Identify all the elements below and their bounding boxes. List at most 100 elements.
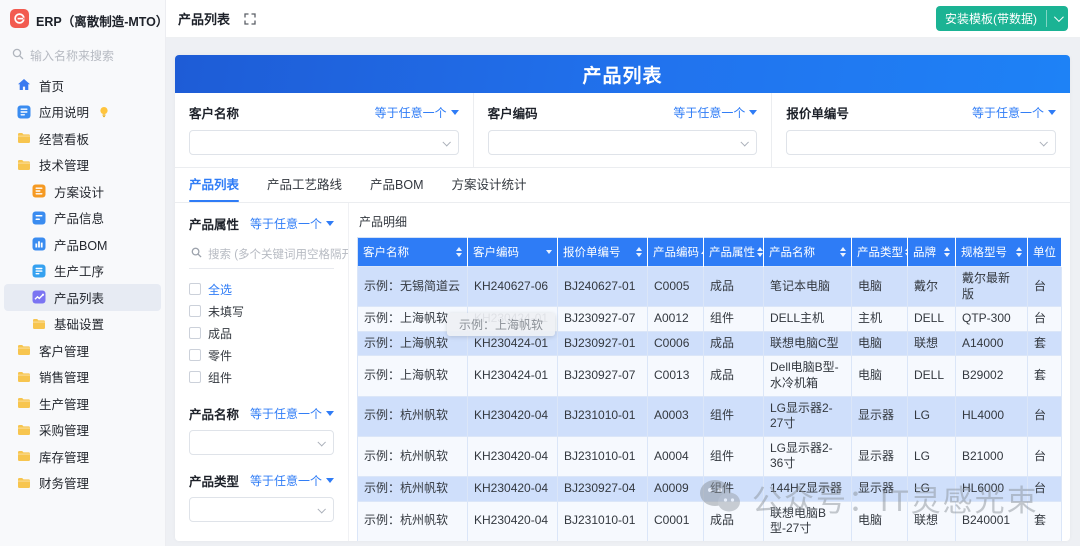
checkbox[interactable] xyxy=(189,305,201,317)
attribute-search-input[interactable]: 搜索 (多个关键词用空格隔开) xyxy=(189,241,334,269)
column-header-客户编码[interactable]: 客户编码 xyxy=(468,238,558,267)
attribute-operator-dropdown[interactable]: 等于任意一个 xyxy=(250,215,334,232)
table-cell: 主机 xyxy=(852,307,908,332)
table-cell: A0003 xyxy=(648,396,704,436)
filter-value-select[interactable] xyxy=(189,130,459,155)
sidebar-item-首页[interactable]: 首页 xyxy=(4,72,161,99)
filter-operator-dropdown[interactable]: 等于任意一个 xyxy=(673,104,757,121)
table-cell: BJ230927-07 xyxy=(558,307,648,332)
filter-operator-dropdown[interactable]: 等于任意一个 xyxy=(250,472,334,489)
column-header-产品属性[interactable]: 产品属性 xyxy=(704,238,764,267)
sidebar-item-产品信息[interactable]: 产品信息 xyxy=(4,205,161,232)
checkbox-label: 全选 xyxy=(208,281,232,298)
operator-label: 等于任意一个 xyxy=(250,472,322,489)
sidebar-item-经营看板[interactable]: 经营看板 xyxy=(4,125,161,152)
checkbox-option-全选[interactable]: 全选 xyxy=(189,278,334,300)
checkbox-option-未填写[interactable]: 未填写 xyxy=(189,300,334,322)
sidebar-search-input[interactable]: 输入名称来搜索 xyxy=(0,37,165,72)
sidebar-item-基础设置[interactable]: 基础设置 xyxy=(4,311,161,338)
table-row[interactable]: 示例：无锡简道云KH240627-06BJ240627-01C0005成品笔记本… xyxy=(358,267,1062,307)
caret-down-icon xyxy=(1048,110,1056,115)
table-cell: BJ240627-01 xyxy=(558,267,648,307)
sidebar-item-销售管理[interactable]: 销售管理 xyxy=(4,364,161,391)
sidebar-item-采购管理[interactable]: 采购管理 xyxy=(4,417,161,444)
column-header-报价单编号[interactable]: 报价单编号 xyxy=(558,238,648,267)
sort-icon[interactable] xyxy=(840,247,846,257)
column-header-单位[interactable]: 单位 xyxy=(1028,238,1062,267)
table-row[interactable]: 示例：杭州帆软KH230420-04BJ231010-01A0003组件LG显示… xyxy=(358,396,1062,436)
sidebar-item-方案设计[interactable]: 方案设计 xyxy=(4,178,161,205)
fullscreen-icon[interactable] xyxy=(244,13,256,25)
checkbox-option-零件[interactable]: 零件 xyxy=(189,344,334,366)
filter-value-select[interactable] xyxy=(488,130,758,155)
column-label: 客户名称 xyxy=(363,244,409,260)
column-header-规格型号[interactable]: 规格型号 xyxy=(956,238,1028,267)
info-icon xyxy=(32,211,46,225)
filter-value-select[interactable] xyxy=(189,497,334,522)
table-cell: DELL主机 xyxy=(764,307,852,332)
column-header-产品类型[interactable]: 产品类型 xyxy=(852,238,908,267)
sidebar-item-产品BOM[interactable]: 产品BOM xyxy=(4,231,161,258)
tab-产品工艺路线[interactable]: 产品工艺路线 xyxy=(267,174,342,202)
install-template-button[interactable]: 安装模板(带数据) xyxy=(936,6,1068,31)
filter-operator-dropdown[interactable]: 等于任意一个 xyxy=(250,539,334,541)
table-cell: 台 xyxy=(1028,436,1062,476)
filter-value-select[interactable] xyxy=(786,130,1056,155)
table-row[interactable]: 示例：上海帆软KH230424-01BJ230927-07C0013成品Dell… xyxy=(358,356,1062,396)
tab-产品BOM[interactable]: 产品BOM xyxy=(370,174,423,202)
column-header-产品编码[interactable]: 产品编码 xyxy=(648,238,704,267)
sidebar-item-技术管理[interactable]: 技术管理 xyxy=(4,152,161,179)
table-cell: 示例：上海帆软 xyxy=(358,356,468,396)
column-header-客户名称[interactable]: 客户名称 xyxy=(358,238,468,267)
filter-operator-dropdown[interactable]: 等于任意一个 xyxy=(250,405,334,422)
table-cell: 联想电脑B型-27寸 xyxy=(764,501,852,541)
chevron-down-icon xyxy=(317,438,325,446)
sidebar-item-生产工序[interactable]: 生产工序 xyxy=(4,258,161,285)
table-row[interactable]: 示例：杭州帆软KH230420-04BJ231010-01A0004组件LG显示… xyxy=(358,436,1062,476)
checkbox[interactable] xyxy=(189,327,201,339)
banner-title: 产品列表 xyxy=(582,61,662,88)
checkbox[interactable] xyxy=(189,283,201,295)
filter-label: 客户名称 xyxy=(189,103,239,122)
filter-operator-dropdown[interactable]: 等于任意一个 xyxy=(972,104,1056,121)
sidebar-item-生产管理[interactable]: 生产管理 xyxy=(4,390,161,417)
table-row[interactable]: 示例：杭州帆软KH230420-04BJ230927-04A0009组件144H… xyxy=(358,476,1062,501)
sidebar-item-库存管理[interactable]: 库存管理 xyxy=(4,443,161,470)
column-header-产品名称[interactable]: 产品名称 xyxy=(764,238,852,267)
sidebar-item-财务管理[interactable]: 财务管理 xyxy=(4,470,161,497)
table-row[interactable]: 示例：杭州帆软KH230420-04BJ231010-01C0001成品联想电脑… xyxy=(358,501,1062,541)
filter-客户编码: 客户编码等于任意一个 xyxy=(473,93,772,167)
checkbox[interactable] xyxy=(189,349,201,361)
filter-operator-dropdown[interactable]: 等于任意一个 xyxy=(375,104,459,121)
column-header-品牌[interactable]: 品牌 xyxy=(908,238,956,267)
chevron-down-icon[interactable] xyxy=(1047,6,1068,31)
sort-icon[interactable] xyxy=(757,247,763,257)
sort-icon[interactable] xyxy=(1016,247,1022,257)
checkbox-option-组件[interactable]: 组件 xyxy=(189,366,334,388)
sort-icon[interactable] xyxy=(636,247,642,257)
table-cell: 成品 xyxy=(704,267,764,307)
tab-方案设计统计[interactable]: 方案设计统计 xyxy=(452,174,527,202)
table-cell: 戴尔最新版 xyxy=(956,267,1028,307)
sidebar-search-placeholder: 输入名称来搜索 xyxy=(30,47,114,64)
table-cell: BJ230927-01 xyxy=(558,331,648,356)
sort-desc-icon[interactable] xyxy=(546,250,552,254)
main-area: 产品列表 安装模板(带数据) 产品列表 客户名称等于任意一个客户编码等于任意一个… xyxy=(166,0,1080,546)
table-cell: C0006 xyxy=(648,331,704,356)
checkbox[interactable] xyxy=(189,371,201,383)
table-cell: 示例：杭州帆软 xyxy=(358,476,468,501)
tab-产品列表[interactable]: 产品列表 xyxy=(189,174,239,202)
sort-icon[interactable] xyxy=(456,247,462,257)
table-cell: QTP-300 xyxy=(956,307,1028,332)
table-cell: 联想 xyxy=(908,331,956,356)
table-cell: 联想电脑C型 xyxy=(764,331,852,356)
table-cell: 示例：杭州帆软 xyxy=(358,436,468,476)
caret-down-icon xyxy=(326,478,334,483)
sidebar-item-产品列表[interactable]: 产品列表 xyxy=(4,284,161,311)
sidebar-item-客户管理[interactable]: 客户管理 xyxy=(4,337,161,364)
table-cell: 144HZ显示器 xyxy=(764,476,852,501)
sidebar-item-应用说明[interactable]: 应用说明 xyxy=(4,99,161,126)
sort-icon[interactable] xyxy=(944,247,950,257)
checkbox-option-成品[interactable]: 成品 xyxy=(189,322,334,344)
filter-value-select[interactable] xyxy=(189,430,334,455)
